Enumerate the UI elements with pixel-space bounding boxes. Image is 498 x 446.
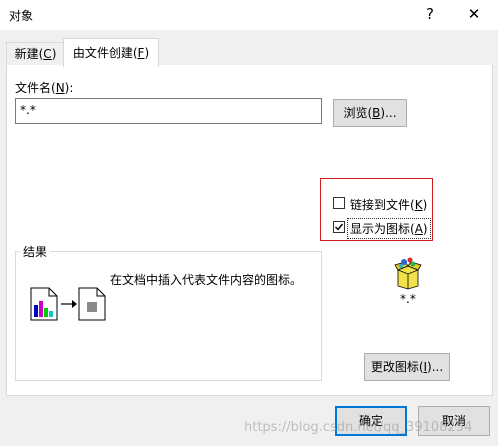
icon-caption: *.* xyxy=(400,292,416,306)
tab-file-label-end: ) xyxy=(144,46,150,60)
package-icon xyxy=(393,256,423,290)
browse-button[interactable]: 浏览(B)... xyxy=(333,99,407,127)
tab-create-from-file[interactable]: 由文件创建(F) xyxy=(63,38,159,67)
display-as-icon-label[interactable]: 显示为图标(A) xyxy=(347,218,431,239)
file-name-input[interactable]: *.* xyxy=(15,98,322,124)
file-name-label-end: ): xyxy=(64,81,74,95)
watermark-text: https://blog.csdn.net/qq_39108254 xyxy=(244,420,473,435)
browse-label-end: )... xyxy=(380,106,397,120)
icon-document-icon xyxy=(78,287,106,321)
link-label-end: ) xyxy=(422,198,428,212)
tab-new-key: C xyxy=(43,47,52,61)
tab-file-label: 由文件创建( xyxy=(72,46,138,60)
arrow-right-icon xyxy=(60,298,78,310)
icon-key: A xyxy=(414,222,423,236)
file-name-label: 文件名(N): xyxy=(15,79,73,96)
change-icon-label: 更改图标( xyxy=(370,360,424,374)
display-as-icon-checkbox[interactable] xyxy=(333,221,345,233)
tab-new[interactable]: 新建(C) xyxy=(6,42,65,65)
checkmark-icon xyxy=(335,223,344,231)
icon-label-end: ) xyxy=(422,222,428,236)
link-key: K xyxy=(414,198,423,212)
result-description: 在文档中插入代表文件内容的图标。 xyxy=(110,273,303,287)
browse-label: 浏览( xyxy=(343,106,373,120)
change-icon-button[interactable]: 更改图标(I)... xyxy=(364,353,450,381)
help-button[interactable]: ? xyxy=(419,4,441,24)
tab-new-label-end: ) xyxy=(51,47,57,61)
file-name-label-text: 文件名( xyxy=(15,81,56,95)
link-to-file-checkbox[interactable] xyxy=(333,197,345,209)
link-label: 链接到文件( xyxy=(350,198,415,212)
tab-new-label: 新建( xyxy=(14,47,44,61)
change-icon-label-end: )... xyxy=(427,360,444,374)
link-to-file-label[interactable]: 链接到文件(K) xyxy=(350,196,427,213)
file-name-key: N xyxy=(55,81,65,95)
icon-label: 显示为图标( xyxy=(350,222,415,236)
window-title: 对象 xyxy=(9,9,34,23)
chart-document-icon xyxy=(30,287,58,321)
result-group-label: 结果 xyxy=(20,243,51,260)
close-button[interactable]: ✕ xyxy=(463,4,485,24)
